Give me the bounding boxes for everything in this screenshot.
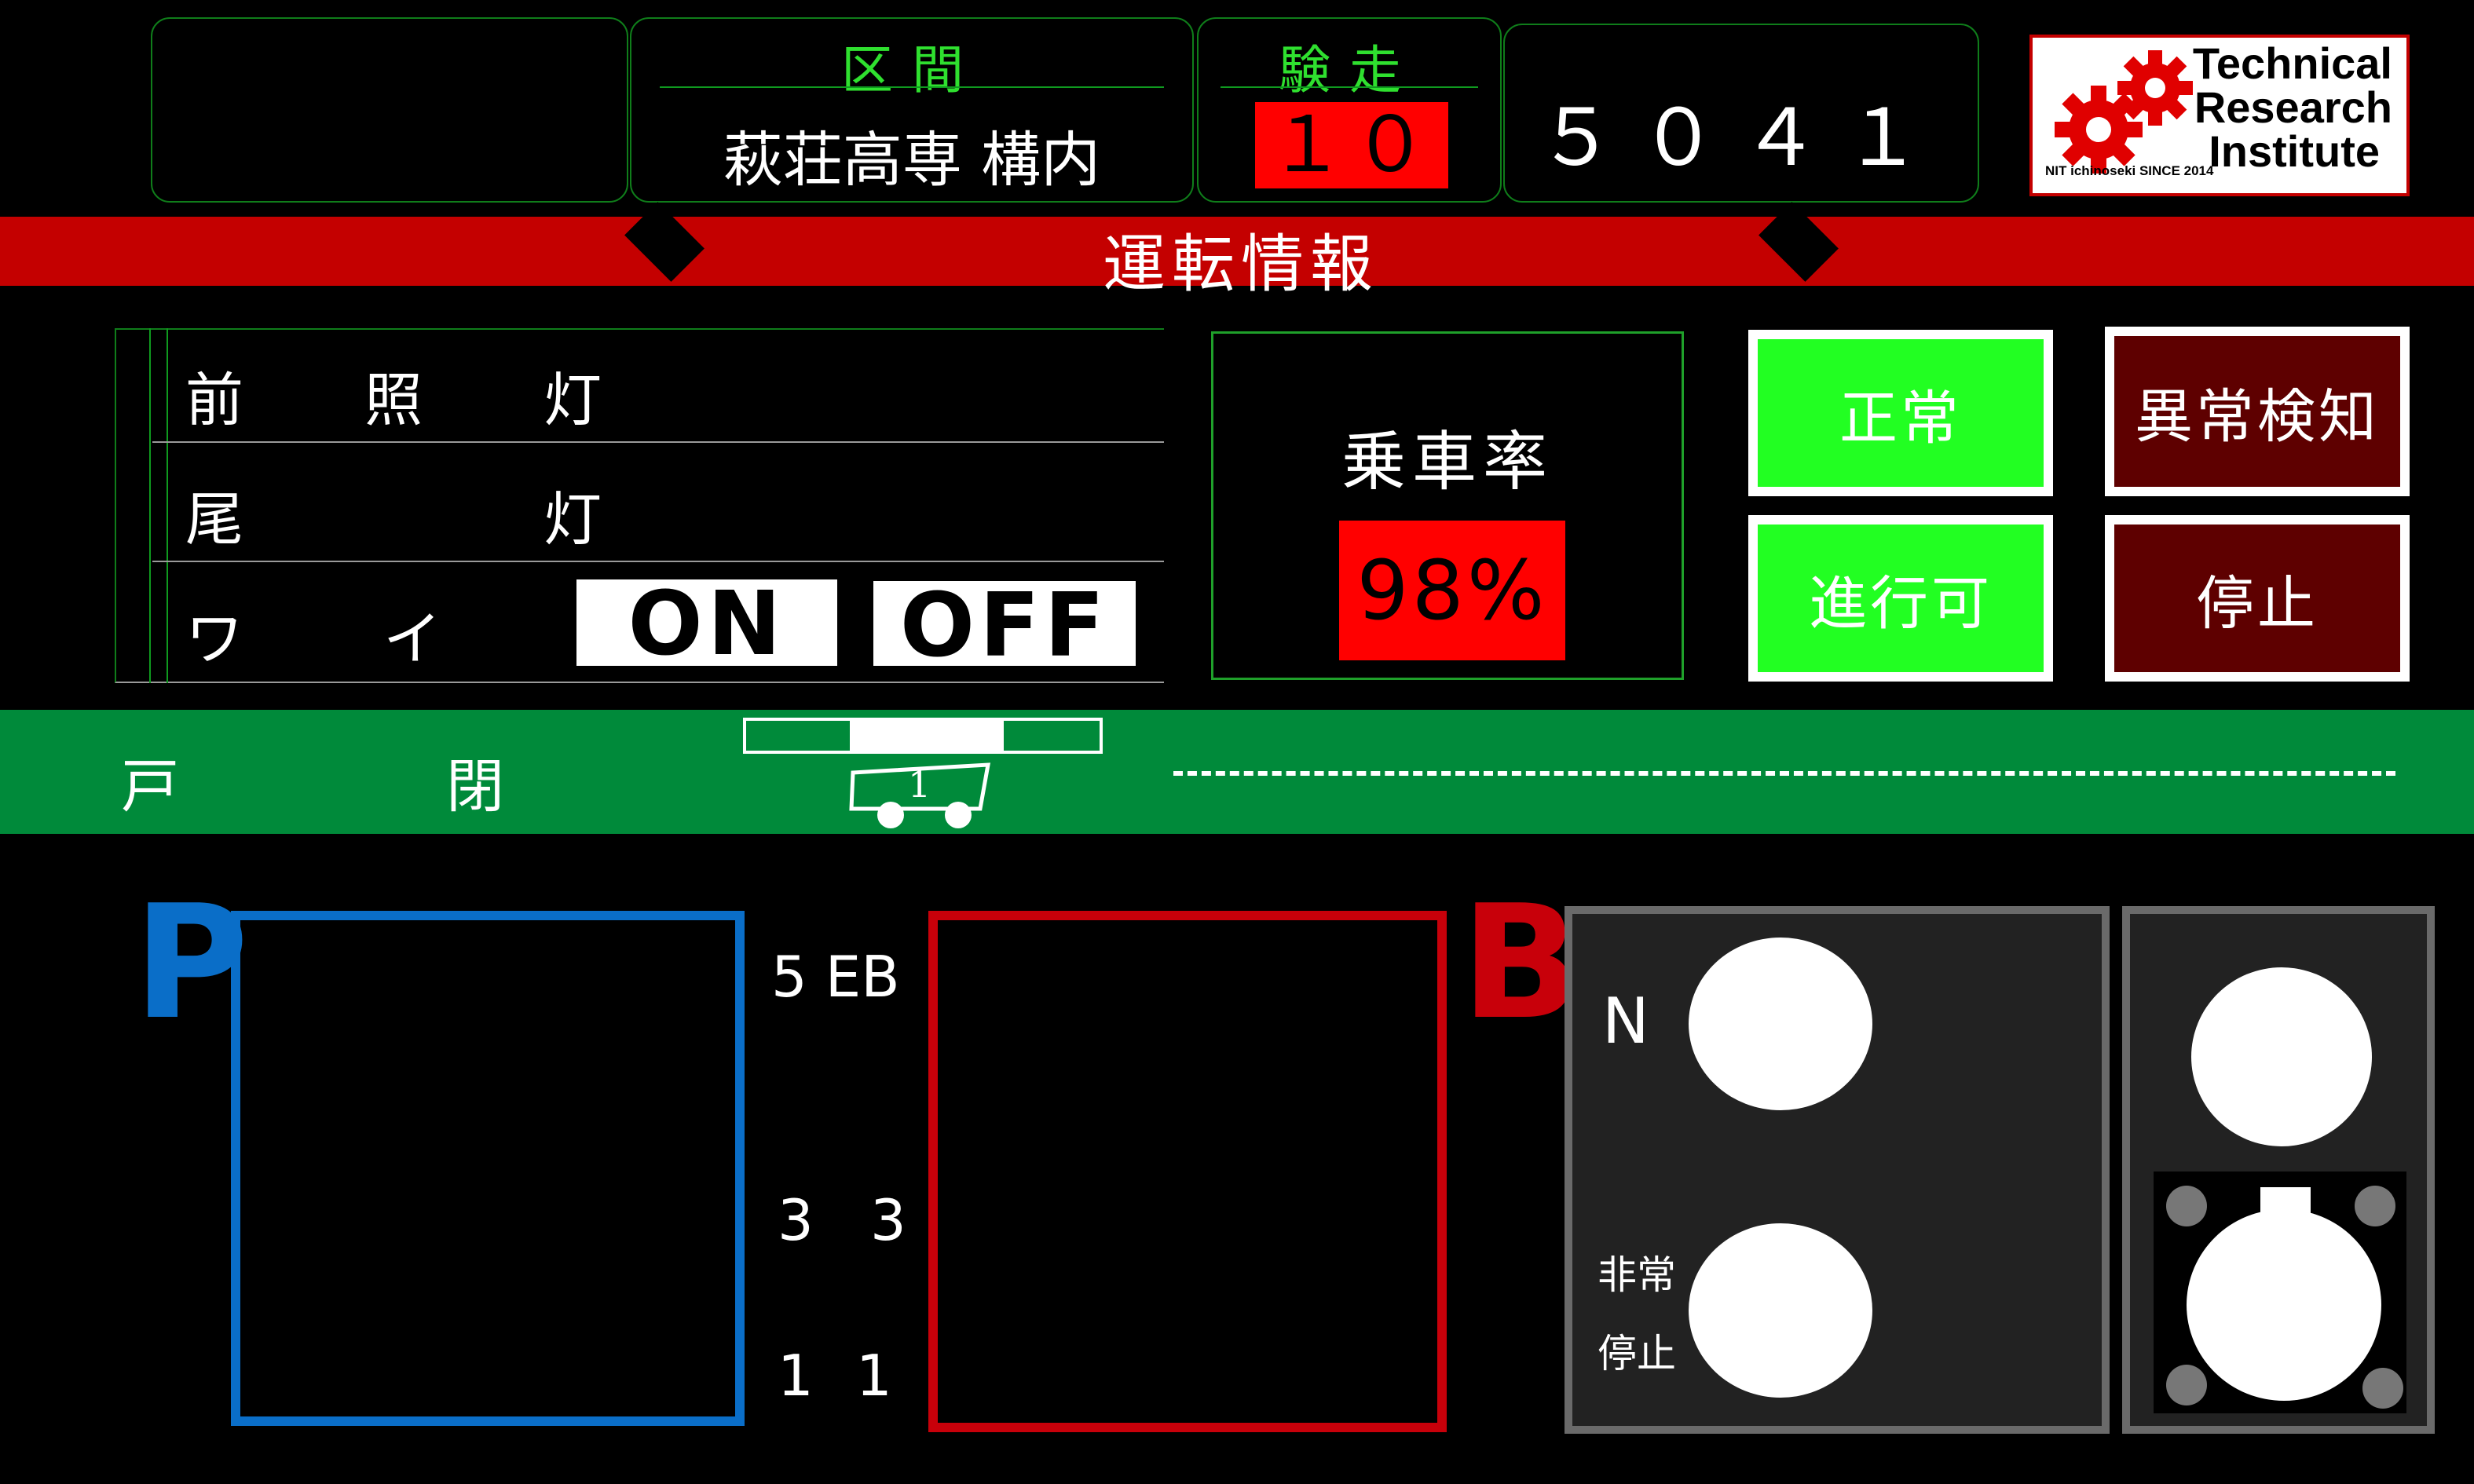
emergency-stop-label-2: 停止 [1597,1331,1676,1376]
train-position-indicator [850,721,1004,751]
run-panel: 験走 １０ [1197,17,1502,203]
neutral-button[interactable] [1689,938,1872,1110]
run-label: 験走 [1279,40,1420,101]
occupancy-value-box: 98% [1339,521,1565,660]
door-label-left: 戸 [121,753,179,821]
notch-mid-left: 3 [778,1187,814,1253]
emergency-stop-label-1: 非常 [1597,1252,1676,1298]
screw-top-left-icon [2166,1186,2207,1226]
screw-bottom-left-icon [2166,1365,2207,1405]
row-divider-1 [152,441,1164,443]
occupancy-value: 98% [1356,543,1548,638]
section-value: 萩荘高専 構内 [723,125,1101,195]
brake-letter: B [1461,872,1581,1055]
section-divider [660,86,1164,88]
run-divider [1221,86,1478,88]
gear-logo-icon [2055,50,2193,174]
logo: Technical Research Institute NIT ichinos… [2029,35,2410,196]
notch-mid-right: 3 [870,1187,906,1253]
blank-panel [151,17,628,203]
door-label-right: 閉 [446,753,504,821]
section-panel: 区間 萩荘高専 構内 [630,17,1194,203]
key-socket-button[interactable] [2187,1209,2381,1401]
brake-handle-area[interactable] [928,911,1447,1432]
train-number-panel: ５０４１レ [1503,24,1979,298]
wiper-off-button[interactable]: OFF [873,581,1136,670]
run-value: １０ [1268,101,1435,190]
notch-top: 5 EB [771,944,900,1010]
door-dash-line [1173,771,2395,776]
logo-subtext: NIT ichinoseki SINCE 2014 [2045,163,2214,178]
notch-low-left: 1 [778,1343,814,1409]
headlight-label: 前 照 灯 [185,367,633,434]
wiper-on-button[interactable]: ON [576,579,837,668]
proceed-status-button[interactable]: 進行可 [1748,515,2053,682]
normal-status-button[interactable]: 正常 [1748,330,2053,496]
row-divider-2 [152,561,1164,562]
anomaly-detected-button[interactable]: 異常検知 [2105,327,2410,496]
occupancy-panel: 乗車率 98% [1211,331,1684,680]
power-handle-area[interactable] [231,911,745,1426]
stop-button[interactable]: 停止 [2105,515,2410,682]
train-car-number: 1 [908,763,931,806]
run-value-box: １０ [1255,102,1448,188]
banner-title: 運転情報 [1103,228,1379,301]
screw-top-right-icon [2355,1186,2395,1226]
taillight-label: 尾 灯 [185,486,633,554]
screw-bottom-right-icon [2362,1368,2403,1409]
logo-line3: Institute [2209,126,2380,176]
auxiliary-round-button[interactable] [2191,967,2372,1146]
occupancy-label: 乗車率 [1341,425,1554,499]
emergency-stop-button[interactable] [1689,1223,1872,1398]
notch-low-right: 1 [856,1343,892,1409]
neutral-label: N [1602,985,1649,1058]
section-label: 区間 [841,40,983,101]
info-table-divider [149,328,168,683]
key-notch-icon [2260,1187,2311,1225]
